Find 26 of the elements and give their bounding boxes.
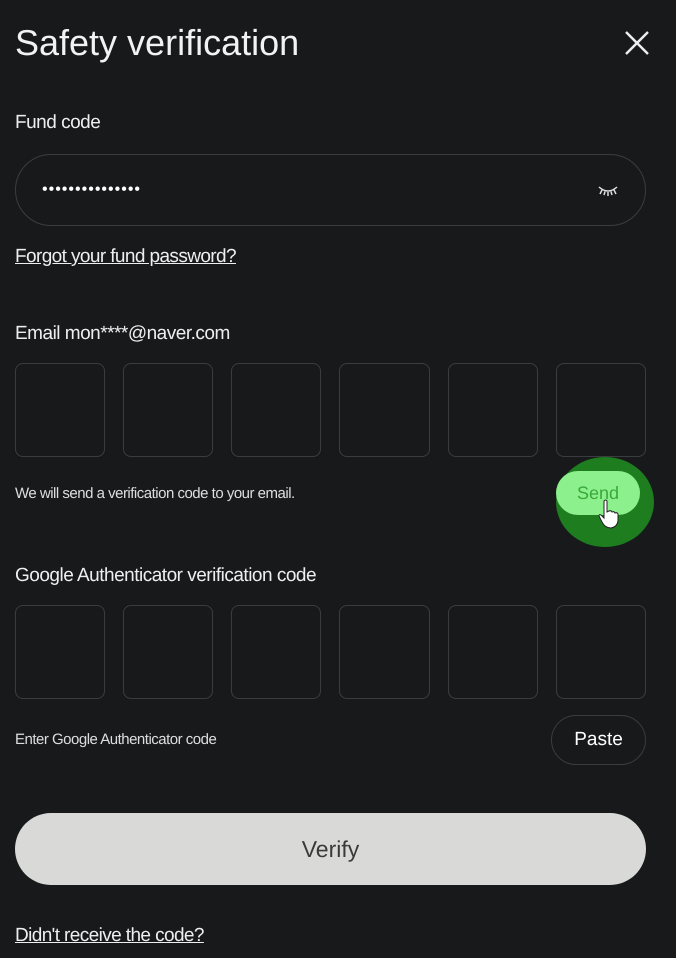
- code-digit-field[interactable]: [231, 605, 322, 699]
- hint-text: Enter Google Authenticator code: [15, 730, 216, 750]
- eye-closed-icon[interactable]: [597, 184, 619, 196]
- code-digit-field[interactable]: [339, 605, 430, 699]
- code-digit-field[interactable]: [231, 363, 322, 457]
- code-digit-field[interactable]: [15, 363, 106, 457]
- code-digit-field[interactable]: [448, 363, 538, 457]
- code-digit-field[interactable]: [556, 363, 646, 457]
- code-digit-field[interactable]: [556, 605, 646, 699]
- hint-text: We will send a verification code to your email.: [15, 484, 296, 504]
- field-label: Fund code: [15, 112, 102, 134]
- code-digit-field[interactable]: [448, 605, 538, 699]
- code-digit-field[interactable]: [123, 605, 214, 699]
- verify-button[interactable]: Verify: [15, 813, 646, 885]
- field-label: Email mon****@naver.com: [15, 323, 231, 345]
- hand-cursor-icon: [598, 499, 620, 529]
- close-icon[interactable]: [624, 30, 650, 56]
- forgot-password-link[interactable]: Forgot your fund password?: [15, 246, 236, 268]
- dialog-title: Safety verification: [15, 22, 300, 64]
- code-digit-field[interactable]: [123, 363, 214, 457]
- password-field[interactable]: •••••••••••••••: [15, 154, 646, 226]
- code-digit-field[interactable]: [339, 363, 430, 457]
- paste-button[interactable]: Paste: [551, 715, 646, 765]
- field-label: Google Authenticator verification code: [15, 565, 318, 587]
- code-digit-field[interactable]: [15, 605, 106, 699]
- resend-code-link[interactable]: Didn't receive the code?: [15, 925, 204, 947]
